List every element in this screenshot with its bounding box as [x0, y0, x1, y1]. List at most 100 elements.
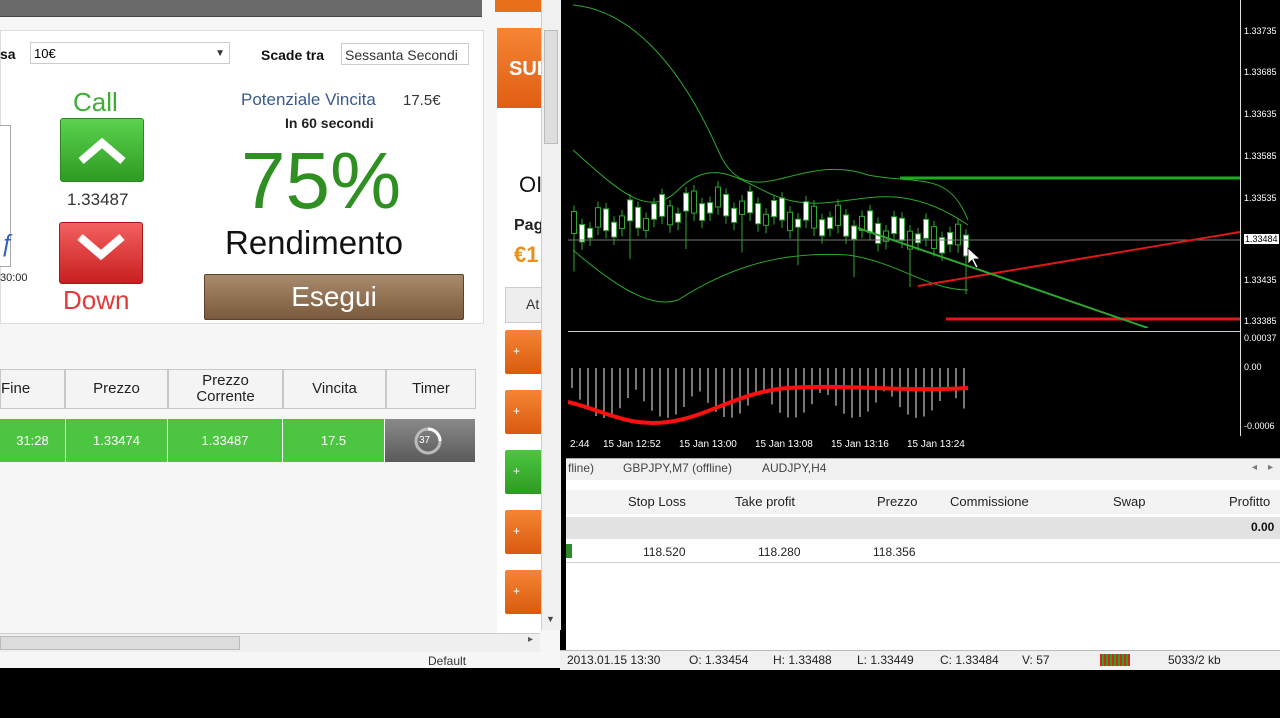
time-label: 15 Jan 13:08 [755, 439, 813, 450]
scrollbar-thumb[interactable] [0, 636, 240, 650]
price-label: 1.33385 [1244, 316, 1277, 326]
tab-scroll-right-icon[interactable]: ▸ [1268, 462, 1273, 473]
row-prezzo-corrente: 1.33487 [168, 419, 283, 462]
plus-icon: + [513, 344, 521, 358]
side-euro-text: €1 [514, 242, 539, 267]
side-at-text: At [526, 296, 540, 312]
row-vincita: 17.5 [283, 419, 385, 462]
row-stop-loss[interactable]: 118.520 [643, 545, 686, 559]
chevron-down-icon: ▼ [215, 48, 225, 59]
tab-audjpy[interactable]: AUDJPY,H4 [762, 461, 826, 475]
top-orange-tab[interactable] [495, 0, 541, 12]
status-volume: V: 57 [1022, 653, 1050, 667]
col-prezzo: Prezzo [65, 369, 168, 409]
candle-body [691, 190, 697, 214]
row-prezzo[interactable]: 118.356 [873, 545, 916, 559]
mini-chart-mark: ƒ [0, 230, 14, 257]
hdr-profitto[interactable]: Profitto [1229, 494, 1270, 509]
call-price: 1.33487 [67, 190, 129, 209]
top-bar [0, 0, 482, 17]
down-label: Down [63, 285, 130, 315]
candle-body [675, 212, 681, 223]
row-take-profit[interactable]: 118.280 [758, 545, 801, 559]
hdr-take-profit[interactable]: Take profit [735, 494, 795, 509]
candle-body [643, 218, 649, 231]
candle-body [915, 233, 921, 244]
hdr-swap[interactable]: Swap [1113, 494, 1146, 509]
candle-body [779, 197, 785, 221]
hdr-stop-loss[interactable]: Stop Loss [628, 494, 686, 509]
candle-body [819, 219, 825, 237]
connection-icon [1100, 654, 1130, 666]
candle-body [747, 190, 753, 214]
hdr-commissione[interactable]: Commissione [950, 494, 1029, 509]
price-label: 1.33585 [1244, 151, 1277, 161]
osc-label: 0.00 [1244, 362, 1262, 372]
plus-icon: + [513, 464, 521, 478]
candle-body [715, 186, 721, 208]
tab-offline-1[interactable]: fline) [568, 461, 594, 475]
candle-body [579, 224, 585, 243]
seconds-label: In 60 secondi [285, 115, 374, 131]
col-prezzo-corrente: Prezzo Corrente [168, 369, 283, 409]
call-button[interactable] [60, 118, 144, 182]
candle-body [739, 200, 745, 215]
candle-body [627, 199, 633, 222]
time-label: 15 Jan 13:00 [679, 439, 737, 450]
execute-button[interactable]: Esegui [204, 274, 464, 320]
screen-bottom [0, 670, 1280, 718]
candle-body [771, 199, 777, 218]
hdr-prezzo[interactable]: Prezzo [877, 494, 917, 509]
price-label: 1.33535 [1244, 193, 1277, 203]
sup-banner[interactable]: SUP [497, 28, 550, 108]
profit-total: 0.00 [1251, 520, 1275, 534]
candle-body [787, 211, 793, 232]
candle-body [667, 205, 673, 226]
oscillator-bars [571, 368, 965, 418]
amount-select[interactable]: 10€ ▼ [30, 42, 230, 64]
scroll-down-icon[interactable]: ▼ [546, 614, 555, 624]
tab-gbpjpy[interactable]: GBPJPY,M7 (offline) [623, 461, 732, 475]
side-pag-text: Pag [514, 217, 544, 234]
osc-label: 0.00037 [1244, 333, 1277, 343]
oscillator-panel [567, 331, 1240, 437]
cursor-icon [967, 247, 982, 269]
amount-label: sa [0, 46, 16, 62]
expiry-select[interactable]: Sessanta Secondi [341, 43, 469, 65]
side-button-5[interactable]: + [505, 570, 543, 614]
side-at-button[interactable]: At [505, 287, 545, 323]
col-fine: Fine [0, 369, 65, 409]
side-button-1[interactable]: + [505, 330, 543, 374]
candle-body [811, 205, 817, 229]
side-o-text: OI [519, 172, 543, 197]
chevron-up-icon [78, 137, 126, 165]
down-button[interactable] [59, 222, 143, 284]
candle-body [707, 202, 713, 214]
chart-svg [568, 4, 1241, 329]
plus-icon: + [513, 404, 521, 418]
price-label: 1.33435 [1244, 275, 1277, 285]
amount-value: 10€ [34, 46, 56, 61]
candle-body [867, 210, 873, 233]
side-button-4[interactable]: + [505, 510, 543, 554]
status-low: L: 1.33449 [857, 653, 914, 667]
side-button-3[interactable]: + [505, 450, 543, 494]
side-button-2[interactable]: + [505, 390, 543, 434]
timer-value: 37 [419, 435, 431, 446]
candle-body [795, 218, 801, 228]
candles [571, 181, 969, 294]
candle-body [827, 216, 833, 230]
candle-body [843, 214, 849, 237]
candle-body [723, 193, 729, 217]
price-label: 1.33685 [1244, 67, 1277, 77]
price-chart[interactable] [568, 0, 1241, 329]
price-label: 1.33635 [1244, 109, 1277, 119]
vscroll-thumb[interactable] [544, 30, 558, 144]
time-label: 2:44 [570, 439, 590, 450]
time-label: 15 Jan 13:16 [831, 439, 889, 450]
candle-body [955, 223, 961, 246]
scroll-right-icon[interactable]: ▸ [528, 634, 533, 645]
candle-body [603, 208, 609, 232]
potential-value: 17.5€ [403, 92, 441, 109]
tab-scroll-left-icon[interactable]: ◂ [1252, 462, 1257, 473]
